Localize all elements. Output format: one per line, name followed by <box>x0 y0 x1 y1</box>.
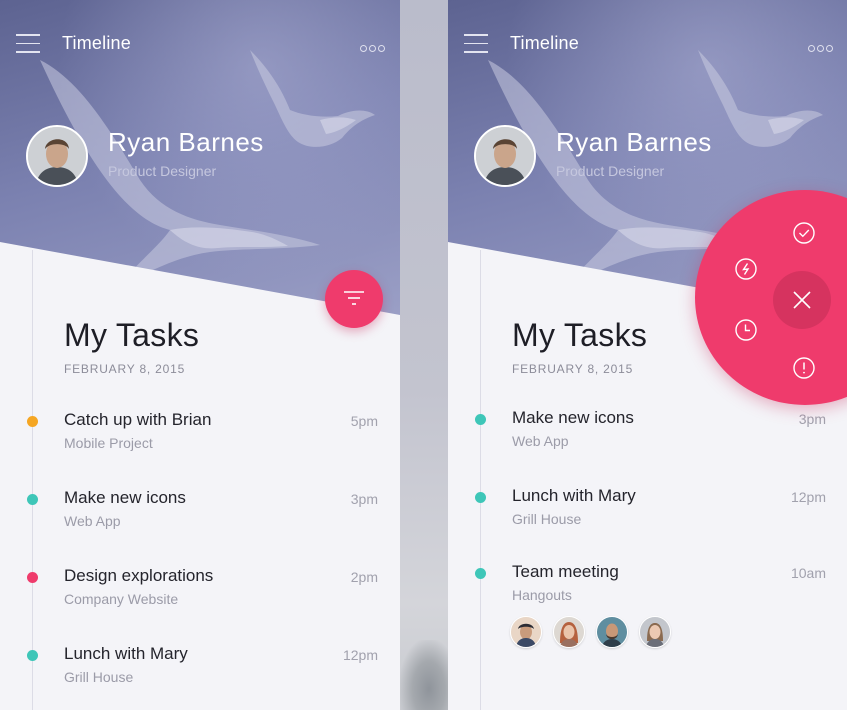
task-status-dot <box>27 494 38 505</box>
task-status-dot <box>27 416 38 427</box>
filter-button[interactable] <box>325 270 383 328</box>
background-tree <box>400 640 448 710</box>
participant-portrait-icon <box>597 617 627 647</box>
more-options-icon[interactable] <box>808 39 836 52</box>
profile-name: Ryan Barnes <box>556 127 712 157</box>
background-gap <box>400 0 448 710</box>
alert-icon <box>793 357 815 379</box>
tasks-title: My Tasks <box>512 317 648 353</box>
close-menu-button[interactable] <box>773 271 831 329</box>
task-subtitle: Web App <box>512 433 569 449</box>
participant-avatar[interactable] <box>553 616 585 648</box>
profile-role: Product Designer <box>108 163 217 179</box>
profile-name: Ryan Barnes <box>108 127 264 157</box>
task-item[interactable]: Lunch with Mary Grill House 12pm <box>448 486 847 536</box>
task-name: Lunch with Mary <box>512 486 636 505</box>
task-time: 12pm <box>342 647 378 663</box>
participant-avatar[interactable] <box>510 616 542 648</box>
avatar[interactable] <box>26 125 88 187</box>
task-time: 2pm <box>350 569 378 585</box>
screen-timeline: Timeline Ryan Barnes Product Designer My… <box>0 0 400 710</box>
more-options-icon[interactable] <box>360 39 388 52</box>
tasks-title: My Tasks <box>64 317 200 353</box>
task-time: 10am <box>790 565 826 581</box>
task-name: Design explorations <box>64 566 214 585</box>
timeline-line <box>32 250 33 710</box>
lightning-icon <box>735 258 757 280</box>
task-name: Lunch with Mary <box>64 644 188 663</box>
app-title: Timeline <box>510 33 579 53</box>
task-time: 3pm <box>350 491 378 507</box>
task-item[interactable]: Team meeting Hangouts 10am <box>448 562 847 612</box>
filter-icon <box>344 291 364 305</box>
task-time: 12pm <box>790 489 826 505</box>
participant-portrait-icon <box>554 617 584 647</box>
task-time: 5pm <box>350 413 378 429</box>
task-name: Team meeting <box>512 562 619 581</box>
participant-avatar[interactable] <box>639 616 671 648</box>
task-status-dot <box>475 414 486 425</box>
timeline-line <box>480 250 481 710</box>
close-icon <box>793 291 811 309</box>
clock-icon <box>735 319 757 341</box>
task-status-dot <box>27 572 38 583</box>
task-status-dot <box>475 492 486 503</box>
task-item[interactable]: Make new icons Web App 3pm <box>448 408 847 458</box>
schedule-button[interactable] <box>733 317 759 343</box>
task-item[interactable]: Catch up with Brian Mobile Project 5pm <box>0 410 400 460</box>
participant-portrait-icon <box>511 617 541 647</box>
hamburger-menu-icon[interactable] <box>464 34 488 53</box>
priority-button[interactable] <box>791 355 817 381</box>
task-subtitle: Grill House <box>64 669 134 685</box>
app-title: Timeline <box>62 33 131 53</box>
task-status-dot <box>475 568 486 579</box>
task-subtitle: Hangouts <box>512 587 572 603</box>
task-item[interactable]: Lunch with Mary Grill House 12pm <box>0 644 400 694</box>
check-icon <box>793 222 815 244</box>
task-item[interactable]: Make new icons Web App 3pm <box>0 488 400 538</box>
avatar-portrait-icon <box>28 127 86 185</box>
tasks-date: FEBRUARY 8, 2015 <box>64 362 186 376</box>
task-name: Make new icons <box>64 488 186 507</box>
task-subtitle: Company Website <box>64 591 179 607</box>
avatar-portrait-icon <box>476 127 534 185</box>
task-item[interactable]: Design explorations Company Website 2pm <box>0 566 400 616</box>
task-subtitle: Web App <box>64 513 121 529</box>
avatar[interactable] <box>474 125 536 187</box>
participant-avatar[interactable] <box>596 616 628 648</box>
tasks-date: FEBRUARY 8, 2015 <box>512 362 634 376</box>
task-subtitle: Grill House <box>512 511 582 527</box>
profile-role: Product Designer <box>556 163 665 179</box>
task-subtitle: Mobile Project <box>64 435 153 451</box>
task-name: Catch up with Brian <box>64 410 212 429</box>
quick-action-button[interactable] <box>733 256 759 282</box>
task-status-dot <box>27 650 38 661</box>
task-name: Make new icons <box>512 408 634 427</box>
hamburger-menu-icon[interactable] <box>16 34 40 53</box>
participant-portrait-icon <box>640 617 670 647</box>
task-time: 3pm <box>798 411 826 427</box>
mark-done-button[interactable] <box>791 220 817 246</box>
